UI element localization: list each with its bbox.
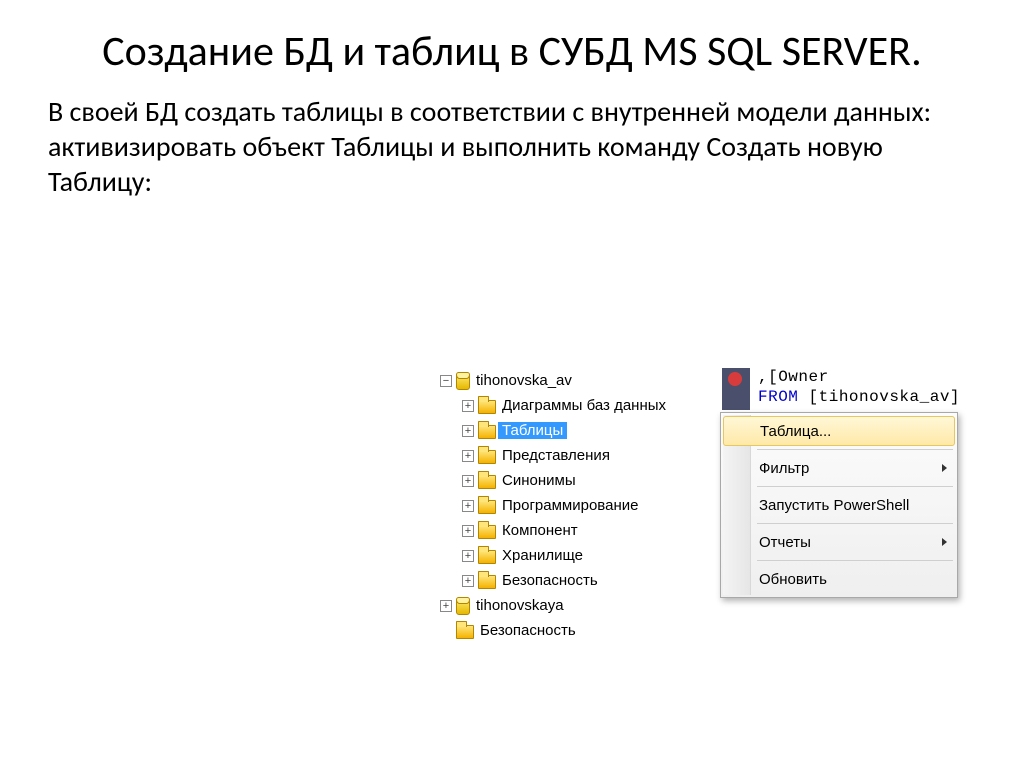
menu-separator: [757, 560, 953, 561]
menu-item-label: Запустить PowerShell: [759, 497, 909, 514]
ssms-screenshot: ,[Owner FROM [tihonovska_av] − tihonovsk…: [440, 368, 960, 700]
tree-label: Диаграммы баз данных: [498, 397, 666, 414]
expand-icon[interactable]: +: [462, 425, 474, 437]
expand-icon[interactable]: +: [440, 600, 452, 612]
menu-separator: [757, 449, 953, 450]
code-text: [tihonovska_av]: [798, 388, 958, 406]
tree-node-folder[interactable]: Безопасность: [440, 618, 710, 643]
expand-icon[interactable]: +: [462, 475, 474, 487]
code-keyword: FROM: [758, 388, 798, 406]
submenu-arrow-icon: [942, 464, 947, 472]
tree-node-folder[interactable]: + Программирование: [440, 493, 710, 518]
menu-item-refresh[interactable]: Обновить: [723, 564, 955, 594]
submenu-arrow-icon: [942, 538, 947, 546]
tree-node-folder[interactable]: + Компонент: [440, 518, 710, 543]
menu-item-label: Таблица...: [760, 423, 831, 440]
tree-node-folder[interactable]: + Хранилище: [440, 543, 710, 568]
expand-icon[interactable]: +: [462, 400, 474, 412]
folder-icon: [478, 475, 496, 489]
tree-node-tables-selected[interactable]: + Таблицы: [440, 418, 710, 443]
folder-icon: [478, 500, 496, 514]
database-icon: [456, 597, 470, 615]
expand-icon[interactable]: +: [462, 575, 474, 587]
tree-label: Хранилище: [498, 547, 583, 564]
tree-label: Представления: [498, 447, 610, 464]
menu-item-filter[interactable]: Фильтр: [723, 453, 955, 483]
code-text: ,[Owner: [758, 368, 829, 386]
tree-label: Таблицы: [498, 422, 567, 439]
menu-item-label: Фильтр: [759, 460, 809, 477]
slide-body-text: В своей БД создать таблицы в соответстви…: [48, 94, 976, 199]
folder-icon: [478, 425, 496, 439]
tree-node-folder[interactable]: + Безопасность: [440, 568, 710, 593]
folder-icon: [456, 625, 474, 639]
menu-item-label: Отчеты: [759, 534, 811, 551]
tree-label: Безопасность: [476, 622, 576, 639]
tree-node-database[interactable]: − tihonovska_av: [440, 368, 710, 393]
expand-icon[interactable]: +: [462, 525, 474, 537]
tree-node-folder[interactable]: + Представления: [440, 443, 710, 468]
folder-icon: [478, 450, 496, 464]
folder-icon: [478, 525, 496, 539]
folder-icon: [478, 550, 496, 564]
tree-label: tihonovskaya: [472, 597, 564, 614]
editor-gutter: [722, 368, 750, 410]
tree-label: Программирование: [498, 497, 638, 514]
tree-label: tihonovska_av: [472, 372, 572, 389]
menu-item-new-table[interactable]: Таблица...: [723, 416, 955, 446]
menu-separator: [757, 523, 953, 524]
database-icon: [456, 372, 470, 390]
collapse-icon[interactable]: −: [440, 375, 452, 387]
folder-icon: [478, 400, 496, 414]
tree-label: Компонент: [498, 522, 578, 539]
tree-node-folder[interactable]: + Диаграммы баз данных: [440, 393, 710, 418]
tree-label: Безопасность: [498, 572, 598, 589]
tree-label: Синонимы: [498, 472, 576, 489]
menu-separator: [757, 486, 953, 487]
menu-item-reports[interactable]: Отчеты: [723, 527, 955, 557]
slide-title: Создание БД и таблиц в СУБД MS SQL SERVE…: [48, 28, 976, 76]
sql-editor-fragment: ,[Owner FROM [tihonovska_av]: [722, 368, 958, 410]
expand-icon[interactable]: +: [462, 450, 474, 462]
context-menu: Таблица... Фильтр Запустить PowerShell О…: [720, 412, 958, 598]
tree-node-folder[interactable]: + Синонимы: [440, 468, 710, 493]
object-explorer-tree[interactable]: − tihonovska_av + Диаграммы баз данных +…: [440, 368, 710, 643]
menu-item-label: Обновить: [759, 571, 827, 588]
menu-item-powershell[interactable]: Запустить PowerShell: [723, 490, 955, 520]
expand-icon[interactable]: +: [462, 500, 474, 512]
folder-icon: [478, 575, 496, 589]
expand-icon[interactable]: +: [462, 550, 474, 562]
tree-node-database[interactable]: + tihonovskaya: [440, 593, 710, 618]
breakpoint-icon: [728, 372, 742, 386]
